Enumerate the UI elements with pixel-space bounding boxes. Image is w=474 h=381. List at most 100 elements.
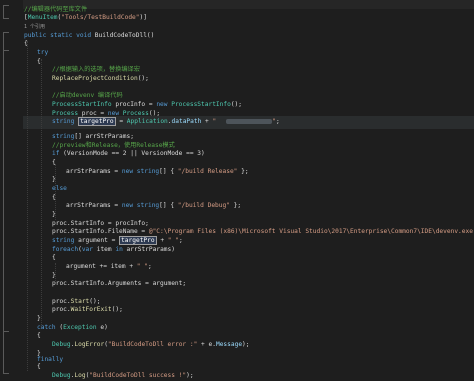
code-line-assign-debug[interactable]: arrStrParams = new string[] { "/build De… <box>66 201 241 210</box>
code-token: Application <box>126 118 168 126</box>
code-token: else <box>52 184 67 192</box>
code-token: (VersionMode == 2 || VersionMode == 3) <box>59 150 205 158</box>
code-line-try[interactable]: try <box>37 48 48 57</box>
collapse-marker[interactable] <box>3 5 9 19</box>
code-line-replace-call[interactable]: ReplaceProjectCondition(); <box>52 74 149 83</box>
code-line-brace[interactable]: { <box>37 331 41 340</box>
code-line-comment-header[interactable]: //编辑器代码至库文件 <box>24 5 87 14</box>
code-line-arr-params[interactable]: string[] arrStrParams; <box>52 132 134 141</box>
code-token: proc.StartInfo.FileName = <box>52 228 149 236</box>
code-token: " " <box>167 236 179 244</box>
code-line-attribute[interactable]: [MenuItem("Tools/TestBuildCode")] <box>24 13 147 22</box>
code-token: (); <box>148 109 161 117</box>
code-line-start-info[interactable]: proc.StartInfo = procInfo; <box>52 219 149 228</box>
code-token: @"C:\Program Files (x86)\Microsoft Visua… <box>148 228 474 236</box>
code-line-catch[interactable]: catch (Exception e) <box>37 323 108 332</box>
code-line-method-signature[interactable]: public static void BuildCodeToDll() <box>24 31 154 40</box>
code-token: proc.StartInfo = procInfo; <box>52 219 149 227</box>
code-line-else[interactable]: else <box>52 184 67 193</box>
code-line-start[interactable]: proc.Start(); <box>52 297 100 306</box>
code-line-argument-append[interactable]: argument += item + " "; <box>66 262 152 271</box>
code-line-brace[interactable]: } <box>52 210 56 219</box>
code-token: } <box>52 271 56 279</box>
highlighted-identifier: targetPro <box>78 117 116 127</box>
code-token: [] arrStrParams; <box>74 132 134 140</box>
code-token: LogError <box>74 340 105 348</box>
code-token: ProcessStartInfo <box>52 101 112 109</box>
code-line-log-error[interactable]: Debug.LogError("BuildCodeToDll error :" … <box>52 340 250 349</box>
code-line-comment[interactable]: //preview和Release，使用Release模式 <box>52 141 175 150</box>
code-line-brace[interactable]: { <box>52 253 56 262</box>
code-line-startinfo[interactable]: ProcessStartInfo procInfo = new ProcessS… <box>52 100 242 109</box>
collapse-marker[interactable] <box>3 50 9 332</box>
code-line-brace[interactable]: { <box>52 193 56 202</box>
code-token: [] { <box>159 202 178 210</box>
code-line-foreach[interactable]: foreach(var item in arrStrParams) <box>52 245 175 254</box>
code-token: } <box>52 176 56 184</box>
code-line-filename[interactable]: proc.StartInfo.FileName = @"C:\Program F… <box>52 227 474 236</box>
code-line-brace[interactable]: } <box>37 314 41 323</box>
code-line-process[interactable]: Process proc = new Process(); <box>52 109 160 118</box>
code-line-arguments[interactable]: proc.StartInfo.Arguments = argument; <box>52 279 186 288</box>
editor-gutter <box>0 0 22 381</box>
code-token: WaitForExit <box>70 306 112 314</box>
code-line-brace[interactable]: { <box>52 158 56 167</box>
code-token: Debug <box>52 371 71 379</box>
code-token: new <box>156 101 172 109</box>
code-token: }; <box>229 202 242 210</box>
code-token: BuildCodeToDll() <box>94 31 155 39</box>
code-line-if[interactable]: if (VersionMode == 2 || VersionMode == 3… <box>52 149 205 158</box>
code-token: proc. <box>52 306 71 314</box>
code-token: = <box>115 118 127 126</box>
code-token: ; <box>178 236 183 244</box>
code-token: } <box>37 314 41 322</box>
code-token: Message <box>215 340 243 348</box>
code-line-brace[interactable]: } <box>52 175 56 184</box>
code-token: ( <box>55 323 64 331</box>
code-token: arrStrParams = <box>66 202 122 210</box>
code-token: var <box>81 245 93 253</box>
code-token: { <box>37 332 41 340</box>
code-line-argument[interactable]: string argument = targetPro + " "; <box>52 235 183 245</box>
code-token: arrStrParams) <box>122 245 175 253</box>
code-token: e) <box>96 323 108 331</box>
code-line-brace[interactable]: { <box>37 57 41 66</box>
code-token: { <box>24 40 28 48</box>
code-token: foreach <box>52 245 79 253</box>
code-token: (); <box>230 101 243 109</box>
code-token: //preview和Release，使用Release模式 <box>52 141 175 149</box>
code-token: public static void <box>24 31 95 39</box>
code-token: { <box>37 363 41 371</box>
code-line-log[interactable]: Debug.Log("BuildCodeToDll success !"); <box>52 371 194 380</box>
code-token: dataPath <box>171 118 202 126</box>
code-token: ReplaceProjectCondition <box>52 75 138 83</box>
code-line-wait[interactable]: proc.WaitForExit(); <box>52 305 123 314</box>
code-line-references[interactable]: 1 个引用 <box>24 22 45 31</box>
current-line-highlight <box>23 0 474 9</box>
code-token: )] <box>139 14 147 22</box>
code-token: { <box>37 57 41 65</box>
code-line-target-project[interactable]: string targetPro = Application.dataPath … <box>52 117 280 127</box>
code-token: } <box>52 210 56 218</box>
code-token: ); <box>186 371 194 379</box>
code-token: procInfo = <box>111 101 157 109</box>
indent-guide <box>27 41 28 371</box>
code-token: proc.StartInfo.Arguments = argument; <box>52 280 187 288</box>
code-line-brace[interactable]: { <box>24 39 28 48</box>
code-token: catch <box>37 323 56 331</box>
code-token: Log <box>74 371 86 379</box>
code-line-comment[interactable]: //根据输入的选项，替换编译宏 <box>52 65 140 74</box>
code-line-brace[interactable]: } <box>52 271 56 280</box>
code-token: (); <box>111 306 123 314</box>
code-editor[interactable]: //编辑器代码至库文件 [MenuItem("Tools/TestBuildCod… <box>0 0 474 381</box>
code-token: Exception <box>63 323 97 331</box>
code-line-brace[interactable]: { <box>37 362 41 371</box>
code-line-assign-release[interactable]: arrStrParams = new string[] { "/build Re… <box>66 167 249 176</box>
code-line-comment[interactable]: //启动devenv 编译代码 <box>52 91 123 100</box>
code-token: { <box>52 158 56 166</box>
code-token: proc = <box>78 109 108 117</box>
code-token: in <box>115 245 123 253</box>
code-token: Process <box>52 109 79 117</box>
highlighted-identifier: targetPro <box>119 235 157 245</box>
code-token: string <box>52 236 75 244</box>
